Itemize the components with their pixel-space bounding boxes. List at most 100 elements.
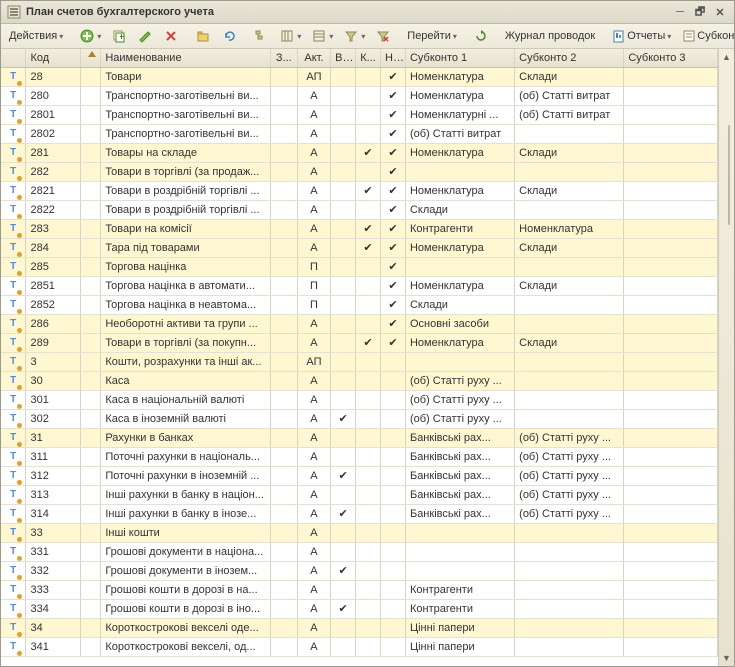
account-icon: T [6, 469, 20, 483]
col-name-header[interactable]: Наименование [101, 49, 271, 67]
sort-cell [80, 200, 101, 219]
col-akt-header[interactable]: Акт. [297, 49, 330, 67]
sort-cell [80, 599, 101, 618]
table-row[interactable]: T332Грошові документи в інозем...А✔ [1, 561, 718, 580]
delete-button[interactable] [159, 26, 183, 46]
accounts-table: Код Наименование З... Акт. В... К... Н..… [1, 49, 718, 657]
name-cell: Поточні рахунки в іноземній ... [101, 466, 271, 485]
row-icon-cell: T [1, 143, 26, 162]
table-row[interactable]: T33Інші коштиА [1, 523, 718, 542]
v-cell [331, 295, 356, 314]
table-row[interactable]: T282Товари в торгівлі (за продаж...А✔ [1, 162, 718, 181]
table-row[interactable]: T313Інші рахунки в банку в націон...АБан… [1, 485, 718, 504]
z-cell [270, 219, 297, 238]
account-icon: T [6, 602, 20, 616]
scroll-up-button[interactable]: ▲ [719, 49, 734, 65]
add-button[interactable]: ▾ [75, 26, 105, 46]
journal-button[interactable]: Журнал проводок [501, 28, 599, 44]
table-row[interactable]: T34Короткострокові векселі оде...АЦінні … [1, 618, 718, 637]
hierarchy-button[interactable] [249, 26, 273, 46]
accounts-grid[interactable]: Код Наименование З... Акт. В... К... Н..… [1, 49, 718, 666]
table-row[interactable]: T28ТовариАП✔НоменклатураСклади [1, 67, 718, 86]
table-row[interactable]: T280Транспортно-заготівельні ви...А✔Номе… [1, 86, 718, 105]
minimize-button[interactable]: ─ [671, 4, 689, 20]
v-cell [331, 181, 356, 200]
col-sort-header[interactable] [80, 49, 101, 67]
table-row[interactable]: T311Поточні рахунки в національ...АБанкі… [1, 447, 718, 466]
table-row[interactable]: T3Кошти, розрахунки та інші ак...АП [1, 352, 718, 371]
reload-button[interactable] [469, 26, 493, 46]
name-cell: Інші кошти [101, 523, 271, 542]
table-row[interactable]: T286Необоротні активи та групи ...А✔Осно… [1, 314, 718, 333]
table-row[interactable]: T341Короткострокові векселі, од...АЦінні… [1, 637, 718, 656]
table-row[interactable]: T284Тара під товарамиА✔✔НоменклатураСкла… [1, 238, 718, 257]
close-button[interactable]: ✕ [711, 4, 729, 20]
n-cell [381, 371, 406, 390]
kod-cell: 341 [26, 637, 80, 656]
col-v-header[interactable]: В... [331, 49, 356, 67]
clear-filter-button[interactable] [371, 26, 395, 46]
scroll-thumb[interactable] [728, 125, 730, 225]
table-row[interactable]: T289Товари в торгівлі (за покупн...А✔✔Но… [1, 333, 718, 352]
table-row[interactable]: T31Рахунки в банкахАБанківські рах...(об… [1, 428, 718, 447]
filter-button[interactable]: ▾ [339, 26, 369, 46]
k-cell [356, 447, 381, 466]
col-n-header[interactable]: Н... [381, 49, 406, 67]
kod-cell: 2821 [26, 181, 80, 200]
maximize-button[interactable]: 🗗 [691, 4, 709, 20]
col-icon-header[interactable] [1, 49, 26, 67]
scroll-down-button[interactable]: ▼ [719, 650, 734, 666]
table-row[interactable]: T334Грошові кошти в дорозі в іно...А✔Кон… [1, 599, 718, 618]
col-s3-header[interactable]: Субконто 3 [624, 49, 718, 67]
table-row[interactable]: T312Поточні рахунки в іноземній ...А✔Бан… [1, 466, 718, 485]
edit-button[interactable] [133, 26, 157, 46]
table-row[interactable]: T333Грошові кошти в дорозі в на...АКонтр… [1, 580, 718, 599]
row-icon-cell: T [1, 542, 26, 561]
table-row[interactable]: T2822Товари в роздрібній торгівлі ...А✔С… [1, 200, 718, 219]
table-row[interactable]: T314Інші рахунки в банку в інозе...А✔Бан… [1, 504, 718, 523]
subkonto-menu[interactable]: Субконто▾ [677, 26, 735, 46]
n-cell: ✔ [381, 124, 406, 143]
window-title: План счетов бухгалтерского учета [26, 6, 669, 18]
col-s1-header[interactable]: Субконто 1 [405, 49, 514, 67]
reports-menu[interactable]: Отчеты▾ [607, 26, 675, 46]
sort-cell [80, 67, 101, 86]
copy-button[interactable] [107, 26, 131, 46]
row-icon-cell: T [1, 257, 26, 276]
table-row[interactable]: T283Товари на комісіїА✔✔КонтрагентиНомен… [1, 219, 718, 238]
table-row[interactable]: T301Каса в національній валютіА(об) Стат… [1, 390, 718, 409]
k-cell [356, 599, 381, 618]
table-row[interactable]: T302Каса в іноземній валютіА✔(об) Статті… [1, 409, 718, 428]
akt-cell: АП [297, 67, 330, 86]
s3-cell [624, 561, 718, 580]
table-row[interactable]: T2802Транспортно-заготівельні ви...А✔(об… [1, 124, 718, 143]
table-row[interactable]: T285Торгова націнкаП✔ [1, 257, 718, 276]
vertical-scrollbar[interactable]: ▲ ▼ [718, 49, 734, 666]
k-cell [356, 542, 381, 561]
n-cell [381, 352, 406, 371]
row-icon-cell: T [1, 105, 26, 124]
col-s2-header[interactable]: Субконто 2 [515, 49, 624, 67]
table-row[interactable]: T30КасаА(об) Статті руху ... [1, 371, 718, 390]
name-cell: Грошові документи в націона... [101, 542, 271, 561]
k-cell [356, 86, 381, 105]
col-z-header[interactable]: З... [270, 49, 297, 67]
sort-button[interactable]: ▾ [307, 26, 337, 46]
table-row[interactable]: T2821Товари в роздрібній торгівлі ...А✔✔… [1, 181, 718, 200]
table-row[interactable]: T2852Торгова націнка в неавтома...П✔Скла… [1, 295, 718, 314]
actions-menu[interactable]: Действия▾ [5, 28, 67, 44]
folder-button[interactable] [191, 26, 215, 46]
table-row[interactable]: T281Товары на складеА✔✔НоменклатураСклад… [1, 143, 718, 162]
z-cell [270, 561, 297, 580]
name-cell: Каса [101, 371, 271, 390]
refresh-button[interactable] [217, 26, 241, 46]
goto-menu[interactable]: Перейти▾ [403, 28, 461, 44]
col-kod-header[interactable]: Код [26, 49, 80, 67]
col-k-header[interactable]: К... [356, 49, 381, 67]
akt-cell: А [297, 143, 330, 162]
table-row[interactable]: T2851Торгова націнка в автомати...П✔Номе… [1, 276, 718, 295]
table-row[interactable]: T2801Транспортно-заготівельні ви...А✔Ном… [1, 105, 718, 124]
find-button[interactable]: ▾ [275, 26, 305, 46]
copy-icon [111, 28, 127, 44]
table-row[interactable]: T331Грошові документи в націона...А [1, 542, 718, 561]
